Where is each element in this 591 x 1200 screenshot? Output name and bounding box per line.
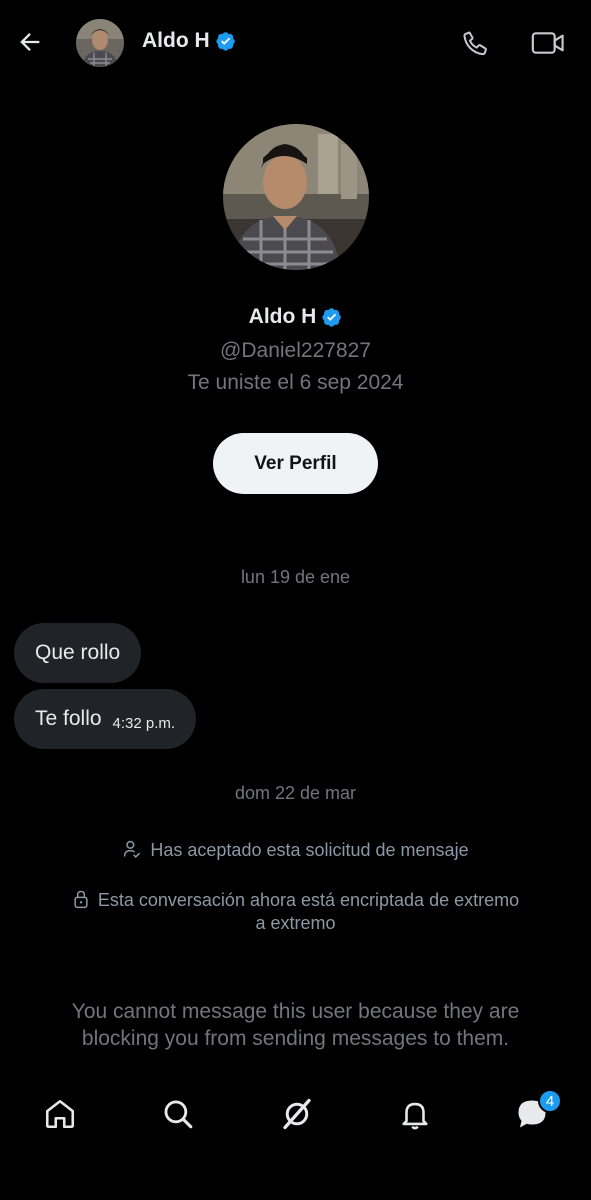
verified-badge-icon	[216, 32, 235, 51]
video-call-button[interactable]	[528, 25, 568, 61]
header-avatar[interactable]	[76, 19, 124, 67]
profile-handle: @Daniel227827	[220, 339, 371, 362]
profile-avatar-image	[223, 124, 369, 270]
conversation-header: Aldo H	[0, 0, 591, 86]
search-icon	[164, 1100, 193, 1129]
nav-notifications[interactable]	[395, 1094, 435, 1134]
profile-joined-date: Te uniste el 6 sep 2024	[187, 371, 404, 394]
nav-grok[interactable]	[277, 1094, 317, 1134]
nav-search[interactable]	[158, 1094, 198, 1134]
verified-badge-icon	[322, 308, 342, 327]
request-accepted-notice: Has aceptado esta solicitud de mensaje	[0, 839, 591, 862]
blocked-notice-line: blocking you from sending messages to th…	[81, 1027, 510, 1050]
nav-home[interactable]	[40, 1094, 80, 1134]
voice-call-button[interactable]	[458, 25, 494, 61]
profile-name: Aldo H	[0, 305, 591, 329]
person-check-icon	[124, 840, 141, 858]
back-button[interactable]	[12, 24, 48, 60]
blocked-notice: You cannot message this user because the…	[40, 998, 551, 1052]
header-name-text: Aldo H	[142, 29, 210, 52]
blocked-notice-line: You cannot message this user because the…	[71, 1000, 520, 1023]
message-text: Te follo	[35, 707, 102, 730]
message-timestamp: 4:32 p.m.	[112, 714, 176, 732]
avatar-image	[76, 19, 124, 67]
lock-icon	[74, 890, 88, 909]
back-arrow-icon	[20, 33, 40, 51]
header-title[interactable]: Aldo H	[142, 29, 236, 53]
date-separator: dom 22 de mar	[234, 783, 357, 803]
notifications-bell-icon	[402, 1102, 428, 1130]
message-text: Que rollo	[35, 641, 121, 664]
encryption-text-line2: a extremo	[255, 913, 336, 933]
encryption-notice: Esta conversación ahora está encriptada …	[0, 889, 591, 912]
dm-conversation-screen: Aldo H Aldo H @Daniel227827 Te uniste el…	[0, 0, 591, 1200]
date-separator: lun 19 de ene	[240, 567, 351, 587]
message-bubble[interactable]: Te follo 4:32 p.m.	[14, 689, 197, 749]
profile-name-text: Aldo H	[248, 305, 317, 328]
message-bubble[interactable]: Que rollo	[14, 623, 142, 683]
phone-icon	[463, 31, 487, 56]
bottom-navigation	[0, 1080, 591, 1150]
view-profile-button[interactable]: Ver Perfil	[213, 433, 378, 494]
grok-icon	[283, 1098, 311, 1130]
home-icon	[45, 1099, 75, 1129]
encryption-notice-continued: a extremo	[0, 912, 591, 935]
request-accepted-text: Has aceptado esta solicitud de mensaje	[150, 840, 469, 860]
encryption-text-line1: Esta conversación ahora está encriptada …	[97, 890, 520, 910]
profile-avatar[interactable]	[223, 124, 369, 270]
messages-unread-badge: 4	[538, 1089, 562, 1113]
video-camera-icon	[531, 32, 564, 54]
